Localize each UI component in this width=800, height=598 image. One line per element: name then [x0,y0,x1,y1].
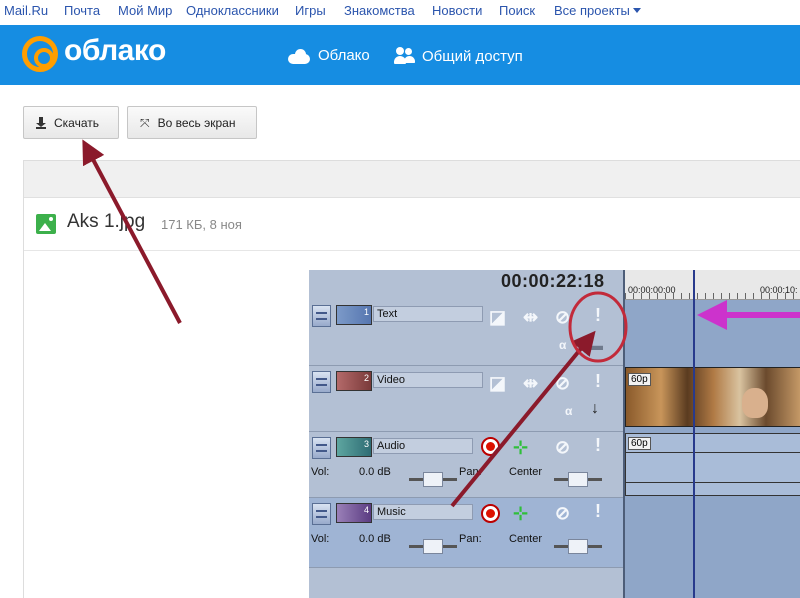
text-track-icon: 1 [336,305,372,325]
image-file-icon [36,214,56,234]
alpha-icon: α [565,404,573,418]
solo-icon: ! [595,435,601,455]
mute-icon: ⊘ [555,503,571,523]
track-headers: 00:00:22:18 1 Text ◪ ⇹ ⊘ ! α ▬ 2 Video ◪… [309,270,623,598]
pan-label: Pan: [459,533,482,545]
file-info-row: Aks 1.jpg 171 КБ, 8 ноя [24,198,800,251]
portal-link-ok[interactable]: Одноклассники [186,3,279,18]
portal-link-games[interactable]: Игры [295,3,326,18]
pan-slider [554,472,602,487]
portal-link-all-projects[interactable]: Все проекты [554,3,641,18]
timeline: 00:00:00:00 00:00:10: 60p 60p [623,270,800,598]
preview-image: 00:00:22:18 1 Text ◪ ⇹ ⊘ ! α ▬ 2 Video ◪… [309,270,800,598]
fullscreen-button[interactable]: ⤧ Во весь экран [127,106,257,139]
portal-link-search[interactable]: Поиск [499,3,535,18]
users-icon [394,47,416,65]
video-track-icon: 2 [336,371,372,391]
cloud-icon [288,48,312,64]
all-projects-label: Все проекты [554,3,630,18]
track-name: Video [373,372,483,388]
pan-value: Center [509,466,543,478]
pan-label: Pan: [459,466,482,478]
level-icon: ▬ [589,337,603,353]
volume-value: 0.0 dB [359,533,391,545]
volume-value: 0.0 dB [359,466,391,478]
track-music: 4 Music ⊹ ⊘ ! Vol: 0.0 dB Pan: Center [309,498,623,568]
chevron-down-icon [632,8,641,13]
track-name: Audio [373,438,473,454]
person-thumbnail [742,388,768,418]
track-audio: 3 Audio ⊹ ⊘ ! Vol: 0.0 dB Pan: Center [309,432,623,498]
clip-framerate: 60p [628,373,651,386]
record-icon [481,437,500,456]
nav-cloud-label: Облако [318,47,370,64]
motion-icon: ⇹ [523,373,539,393]
download-button[interactable]: Скачать [23,106,119,139]
download-label: Скачать [54,115,99,130]
logo-at-icon[interactable] [22,36,58,72]
track-name: Music [373,504,473,520]
portal-link-news[interactable]: Новости [432,3,482,18]
audio-clip [625,433,800,496]
volume-slider [409,472,457,487]
nav-shared-label: Общий доступ [422,47,523,65]
record-icon [481,504,500,523]
nav-shared[interactable]: Общий доступ [394,47,523,65]
pan-slider [554,539,602,554]
track-video: 2 Video ◪ ⇹ ⊘ ! α ↓ [309,366,623,432]
volume-slider [409,539,457,554]
alpha-icon: α [559,338,567,352]
app-header: облако Облако Общий доступ [0,25,800,85]
track-text: 1 Text ◪ ⇹ ⊘ ! α ▬ [309,300,623,366]
volume-label: Vol: [311,533,330,545]
arrow-down-icon: ↓ [591,400,599,417]
fx-icon: ⊹ [513,503,529,523]
solo-icon: ! [595,371,601,391]
portal-nav: Mail.Ru Почта Мой Мир Одноклассники Игры… [0,0,800,25]
clip-framerate: 60p [628,437,651,450]
portal-link-mailru[interactable]: Mail.Ru [4,3,48,18]
volume-label: Vol: [311,466,330,478]
mute-icon: ⊘ [555,307,571,327]
portal-link-my-world[interactable]: Мой Мир [118,3,172,18]
fx-icon: ⊹ [513,437,529,457]
track-expand-icon [312,437,331,459]
file-meta: 171 КБ, 8 ноя [161,217,242,232]
mute-icon: ⊘ [555,437,571,457]
track-expand-icon [312,305,331,327]
fullscreen-label: Во весь экран [157,115,236,130]
portal-link-mail[interactable]: Почта [64,3,100,18]
mute-icon: ⊘ [555,373,571,393]
playhead [693,270,695,598]
track-number: 1 [363,307,369,317]
solo-icon: ! [595,501,601,521]
timeline-ruler: 00:00:00:00 00:00:10: [625,270,800,300]
logo-text[interactable]: облако [64,34,166,68]
track-name: Text [373,306,483,322]
solo-icon: ! [595,305,601,325]
track-expand-icon [312,503,331,525]
pan-value: Center [509,533,543,545]
motion-icon: ⇹ [523,307,539,327]
fullscreen-icon: ⤧ [140,115,150,130]
compositing-icon: ◪ [489,373,507,393]
track-expand-icon [312,371,331,393]
track-number: 2 [363,373,369,383]
timecode: 00:00:22:18 [501,271,605,291]
nav-cloud[interactable]: Облако [288,47,370,64]
compositing-icon: ◪ [489,307,507,327]
file-name: Aks 1.jpg [67,211,146,232]
track-number: 4 [363,505,369,515]
viewer-topbar [24,161,800,198]
track-number: 3 [363,439,369,449]
portal-link-dating[interactable]: Знакомства [344,3,415,18]
download-icon [36,116,46,129]
audio-track-icon: 3 [336,437,372,457]
video-clip [625,367,800,427]
music-track-icon: 4 [336,503,372,523]
